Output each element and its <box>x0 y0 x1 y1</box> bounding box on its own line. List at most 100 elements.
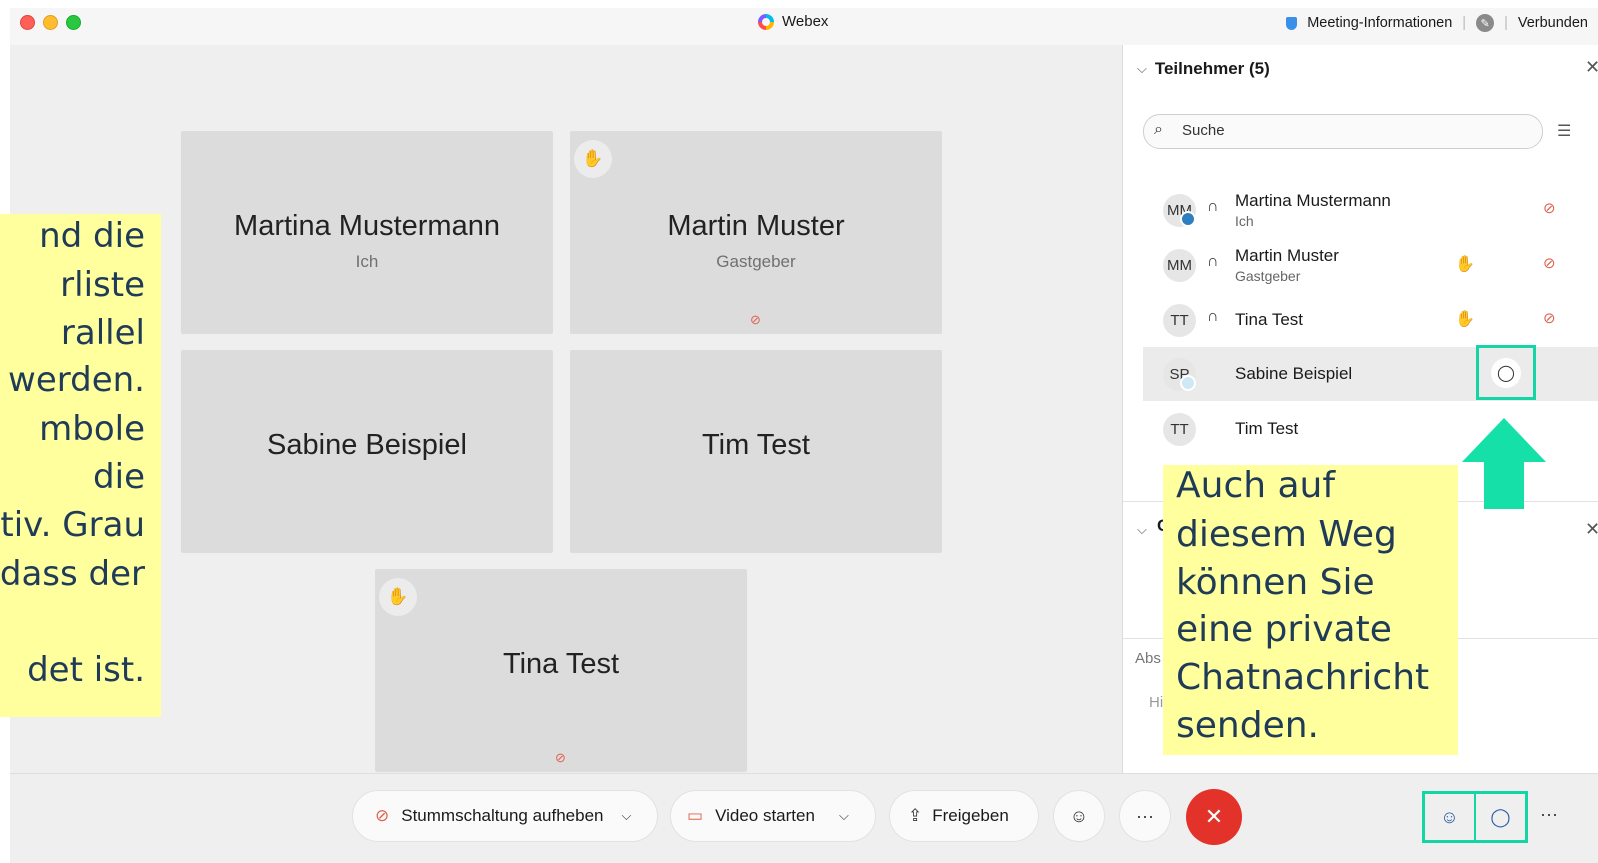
chat-panel-toggle[interactable]: ◯ <box>1474 794 1525 840</box>
divider: | <box>1462 15 1467 31</box>
tile-sub: Ich <box>355 252 379 271</box>
close-icon[interactable]: ✕ <box>1585 519 1598 540</box>
annotation-line: diesem Weg <box>1176 514 1397 555</box>
annotation-line: senden. <box>1176 705 1319 746</box>
search-input[interactable] <box>1180 121 1524 140</box>
close-icon: ✕ <box>1204 804 1224 829</box>
webex-logo-icon <box>758 13 774 30</box>
participant-row[interactable]: MM ∩ Martina Mustermann Ich ⊘ <box>1143 183 1598 237</box>
settings-round-icon[interactable]: ✎ <box>1476 14 1495 32</box>
chevron-down-icon[interactable]: ⌵ <box>1137 522 1147 538</box>
annotation-line: Auch auf <box>1176 465 1336 506</box>
video-stage: Martina Mustermann Ich ✋ Martin Muster G… <box>10 45 1122 773</box>
muted-mic-icon: ⊘ <box>555 750 566 765</box>
tile-name: Tina Test <box>502 648 620 680</box>
avatar: SP <box>1163 358 1196 391</box>
annotation-line: eine private <box>1176 609 1392 650</box>
chevron-down-icon[interactable]: ⌵ <box>622 808 632 824</box>
app-title: Webex <box>758 13 828 30</box>
close-window-button[interactable] <box>20 15 35 30</box>
reactions-button[interactable]: ☺ <box>1053 790 1105 842</box>
chat-recipient-label[interactable]: Abs <box>1135 650 1161 667</box>
avatar: TT <box>1163 304 1196 337</box>
annotation-line: werden. <box>8 360 145 400</box>
annotation-line: dass der <box>0 554 145 594</box>
avatar-initials: TT <box>1170 421 1189 438</box>
chat-bubble-icon: ◯ <box>1490 806 1511 827</box>
participant-name: Sabine Beispiel <box>1235 364 1353 383</box>
video-off-icon: ▭ <box>687 806 704 825</box>
meeting-toolbar: ⊘ Stummschaltung aufheben ⌵ ▭ Video star… <box>10 773 1598 863</box>
participant-row[interactable]: TT ∩ Tina Test ✋ ⊘ <box>1143 293 1598 347</box>
headset-icon: ∩ <box>1207 253 1219 270</box>
close-icon[interactable]: ✕ <box>1585 57 1598 78</box>
leave-meeting-button[interactable]: ✕ <box>1186 789 1242 845</box>
status-dot <box>1180 375 1196 391</box>
up-arrow-icon <box>1462 418 1546 509</box>
participants-panel-toggle[interactable]: ☺ <box>1425 794 1474 840</box>
muted-mic-icon[interactable]: ⊘ <box>1543 199 1556 217</box>
participants-header[interactable]: ⌵ Teilnehmer (5) <box>1137 59 1270 79</box>
raised-hand-icon: ✋ <box>379 578 417 616</box>
raised-hand-icon: ✋ <box>1455 256 1475 273</box>
more-panels-button[interactable]: ··· <box>1540 804 1558 825</box>
tile-name: Sabine Beispiel <box>267 429 467 461</box>
zoom-window-button[interactable] <box>66 15 81 30</box>
video-tile[interactable]: Martina Mustermann Ich <box>181 131 553 334</box>
muted-mic-icon[interactable]: ⊘ <box>1543 309 1556 327</box>
shield-icon <box>1286 16 1298 30</box>
chevron-down-icon[interactable]: ⌵ <box>1137 61 1147 77</box>
avatar: TT <box>1163 413 1196 446</box>
participant-row[interactable]: SP Sabine Beispiel ◯ <box>1143 345 1598 401</box>
participants-icon: ☺ <box>1440 806 1459 827</box>
panel-toggle-group: ☺ ◯ <box>1422 791 1528 843</box>
share-label: Freigeben <box>932 806 1009 825</box>
chat-input[interactable]: Hi <box>1149 694 1163 711</box>
annotation-line: Chatnachricht <box>1176 657 1430 698</box>
annotation-right: Auch auf diesem Weg können Sie eine priv… <box>1163 465 1458 755</box>
participant-name: Martin Muster <box>1235 246 1339 265</box>
annotation-line: die <box>93 457 145 497</box>
minimize-window-button[interactable] <box>43 15 58 30</box>
video-tile[interactable]: ✋ Martin Muster Gastgeber ⊘ <box>570 131 942 334</box>
more-options-button[interactable]: ··· <box>1119 790 1171 842</box>
participant-name: Tim Test <box>1235 419 1299 438</box>
meeting-info-link[interactable]: Meeting-Informationen <box>1307 15 1452 31</box>
title-bar: Webex Meeting-Informationen | ✎ | Verbun… <box>10 8 1598 46</box>
video-tile[interactable]: Sabine Beispiel <box>181 350 553 553</box>
tile-name: Martina Mustermann <box>234 210 500 242</box>
mic-off-icon: ⊘ <box>375 806 390 825</box>
divider: | <box>1504 15 1508 31</box>
raised-hand-icon: ✋ <box>574 140 612 178</box>
participant-role: Gastgeber <box>1235 268 1301 284</box>
annotation-line: mbole <box>39 409 145 449</box>
start-video-button[interactable]: ▭ Video starten ⌵ <box>670 790 876 842</box>
participants-title: Teilnehmer (5) <box>1154 59 1270 78</box>
annotation-line: nd die <box>39 216 145 256</box>
participant-name: Martina Mustermann <box>1235 191 1391 210</box>
video-tile[interactable]: Tim Test <box>570 350 942 553</box>
more-icon: ··· <box>1540 804 1558 824</box>
share-button[interactable]: ⇪ Freigeben <box>889 790 1039 842</box>
private-chat-button[interactable]: ◯ <box>1476 345 1536 400</box>
title-bar-right: Meeting-Informationen | ✎ | Verbunden <box>1286 14 1588 32</box>
annotation-line: det ist. <box>27 650 145 690</box>
avatar: MM <box>1163 194 1196 227</box>
search-icon: ⌕ <box>1154 121 1163 138</box>
participant-role: Ich <box>1235 213 1254 229</box>
video-tile[interactable]: ✋ Tina Test ⊘ <box>375 569 747 772</box>
sort-list-icon[interactable]: ☰ <box>1557 121 1571 141</box>
muted-mic-icon: ⊘ <box>750 312 761 327</box>
muted-mic-icon[interactable]: ⊘ <box>1543 254 1556 272</box>
avatar-initials: MM <box>1167 257 1192 274</box>
chevron-down-icon[interactable]: ⌵ <box>839 808 849 824</box>
more-icon: ··· <box>1136 805 1154 826</box>
unmute-button[interactable]: ⊘ Stummschaltung aufheben ⌵ <box>352 790 658 842</box>
annotation-line: können Sie <box>1176 562 1375 603</box>
avatar: MM <box>1163 249 1196 282</box>
tile-name: Tim Test <box>702 429 810 461</box>
participant-row[interactable]: MM ∩ Martin Muster Gastgeber ✋ ⊘ <box>1143 238 1598 292</box>
tile-name: Martin Muster <box>667 210 845 242</box>
emoji-icon: ☺ <box>1069 805 1089 826</box>
participant-search[interactable]: ⌕ <box>1143 114 1543 149</box>
